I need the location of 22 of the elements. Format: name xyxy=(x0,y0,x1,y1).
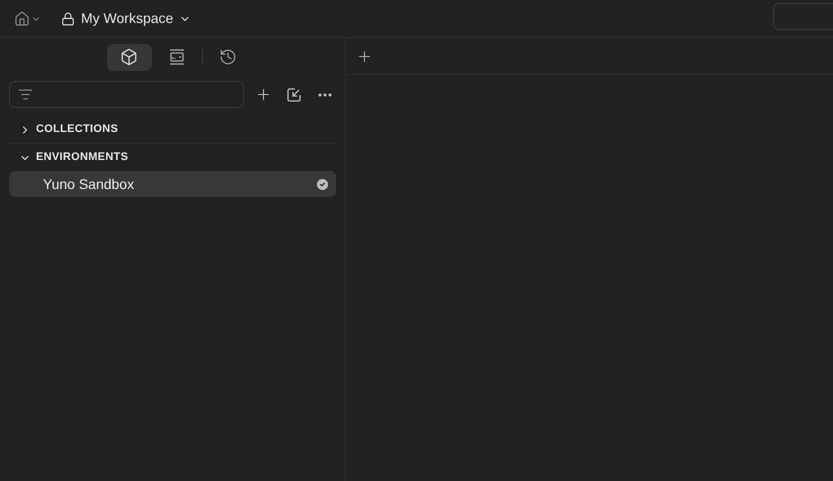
workspace-name: My Workspace xyxy=(81,9,174,28)
filter-field[interactable] xyxy=(9,81,244,108)
lock-icon xyxy=(61,12,75,26)
more-button[interactable] xyxy=(318,92,332,96)
ellipsis-icon xyxy=(318,92,332,96)
plus-icon xyxy=(255,86,272,103)
cube-icon xyxy=(120,48,138,66)
top-bar-field[interactable] xyxy=(773,3,833,30)
home-icon xyxy=(14,10,30,26)
server-icon xyxy=(168,48,186,66)
environment-item[interactable]: Yuno Sandbox xyxy=(9,171,336,197)
sidebar-tab[interactable] xyxy=(106,44,152,70)
home-button[interactable] xyxy=(14,10,41,26)
environment-name: Yuno Sandbox xyxy=(43,174,136,194)
filter-icon xyxy=(18,87,33,102)
history-icon xyxy=(218,48,236,66)
workspace-switcher[interactable]: My Workspace xyxy=(61,8,192,29)
section-header[interactable]: ENVIRONMENTS xyxy=(9,144,128,171)
import-icon xyxy=(286,86,302,102)
section-header[interactable]: COLLECTIONS xyxy=(9,116,118,143)
import-button[interactable] xyxy=(286,86,302,102)
add-button[interactable] xyxy=(255,86,272,103)
